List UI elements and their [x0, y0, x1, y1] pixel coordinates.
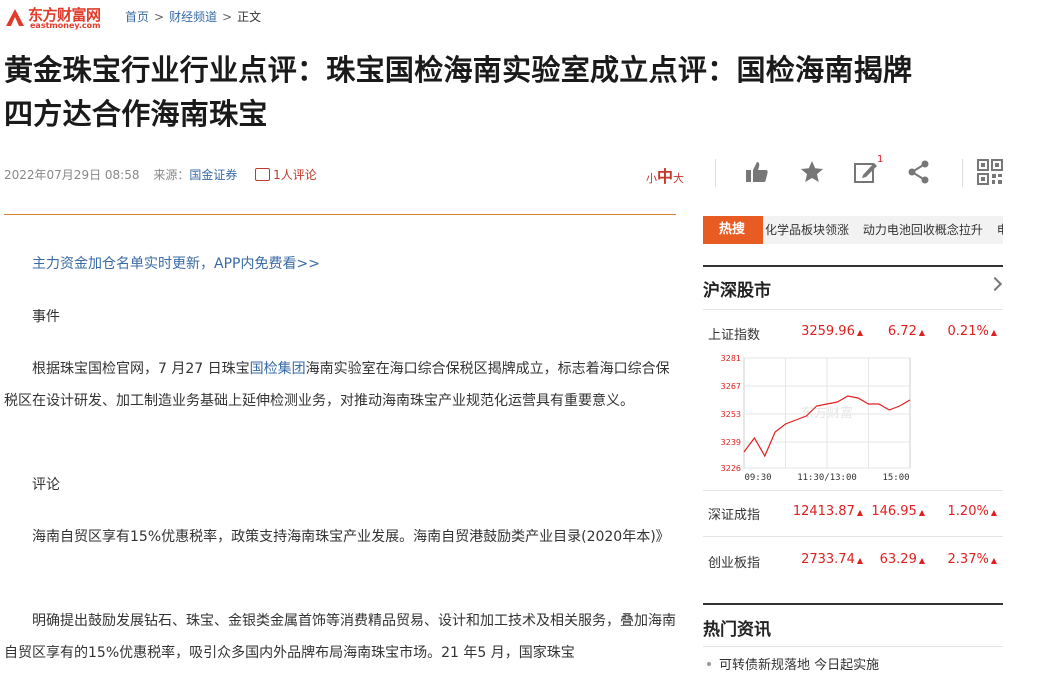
paragraph-event: 事件	[4, 301, 676, 333]
up-arrow-icon: ▲	[990, 328, 997, 337]
publish-date: 2022年07月29日 08:58	[4, 168, 140, 182]
breadcrumb-current: 正文	[237, 10, 262, 24]
chart-xtick-label: 11:30/13:00	[797, 473, 857, 483]
index-name: 深证成指	[708, 508, 761, 523]
hot-search-bar: 热搜 化学品板块领涨 动力电池回收概念拉升 电	[703, 216, 1003, 244]
breadcrumb-home[interactable]: 首页	[125, 10, 149, 24]
article-title-line2: 四方达合作海南珠宝	[4, 97, 268, 131]
up-arrow-icon: ▲	[856, 556, 863, 565]
article-body: 主力资金加仓名单实时更新，APP内免费看>>	[4, 248, 676, 280]
favorite-star-icon[interactable]	[798, 158, 826, 186]
article-title-line1: 黄金珠宝行业行业点评：珠宝国检海南实验室成立点评：国检海南揭牌	[4, 53, 913, 87]
index-row-sh[interactable]: 上证指数 3259.96 ▲ 6.72 ▲ 0.21% ▲	[708, 324, 1003, 343]
edit-note-icon[interactable]	[852, 158, 880, 186]
news-section-title[interactable]: 热门资讯	[703, 615, 771, 640]
chart-ytick-label: 3226	[721, 464, 741, 473]
market-section-rule	[703, 265, 1003, 267]
qr-code-icon[interactable]	[976, 158, 1004, 186]
comment-count[interactable]: 1人评论	[273, 168, 317, 182]
share-icon[interactable]	[905, 158, 933, 186]
market-section-title[interactable]: 沪深股市	[703, 276, 771, 301]
index-change: 6.72	[887, 324, 917, 339]
chart-ytick-label: 3253	[721, 410, 741, 419]
intraday-chart[interactable]: 32263239325332673281东方财富09:30 11:30/13:00…	[718, 352, 914, 488]
toolbar-divider	[715, 159, 716, 187]
hot-search-item[interactable]: 电	[997, 223, 1003, 237]
index-percent: 1.20%	[947, 504, 989, 519]
up-arrow-icon: ▲	[918, 556, 925, 565]
news-item-text[interactable]: 可转债新规落地 今日起实施	[719, 658, 879, 673]
font-size-switch: 小中大	[646, 163, 684, 187]
paragraph-comment-text: 评论	[32, 477, 60, 493]
market-row-divider	[703, 536, 1003, 537]
logo-icon	[6, 9, 24, 26]
chevron-right-icon[interactable]	[987, 276, 1003, 292]
article-title: 黄金珠宝行业行业点评：珠宝国检海南实验室成立点评：国检海南揭牌 四方达合作海南珠…	[4, 48, 1014, 136]
index-percent: 0.21%	[947, 324, 989, 339]
index-change: 146.95	[871, 504, 917, 519]
hot-search-item[interactable]: 化学品板块领涨	[765, 223, 849, 237]
up-arrow-icon: ▲	[918, 328, 925, 337]
bullet-icon	[707, 662, 711, 666]
paragraph-comment: 评论	[4, 469, 676, 501]
toolbar-divider	[962, 159, 963, 187]
up-arrow-icon: ▲	[990, 556, 997, 565]
news-section-rule	[703, 603, 1003, 605]
index-name: 创业板指	[708, 556, 761, 571]
chart-xtick-label: 15:00	[882, 473, 909, 483]
chart-xtick-label: 09:30	[744, 473, 771, 483]
up-arrow-icon: ▲	[856, 328, 863, 337]
breadcrumb-channel[interactable]: 财经频道	[169, 10, 217, 24]
hot-search-item[interactable]: 动力电池回收概念拉升	[863, 223, 983, 237]
site-logo[interactable]: 东方财富网 eastmoney.com	[4, 4, 108, 30]
index-row-sz[interactable]: 深证成指 12413.87 ▲ 146.95 ▲ 1.20% ▲	[708, 504, 1003, 523]
paragraph-1-text-a: 根据珠宝国检官网，7 月27 日珠宝	[32, 361, 250, 377]
source-link[interactable]: 国金证券	[189, 168, 237, 182]
paragraph-1: 根据珠宝国检官网，7 月27 日珠宝国检集团海南实验室在海口综合保税区揭牌成立，…	[4, 353, 676, 417]
article-meta: 2022年07月29日 08:58 来源：国金证券 1人评论	[4, 166, 317, 183]
like-icon[interactable]	[743, 158, 771, 186]
up-arrow-icon: ▲	[856, 508, 863, 517]
hot-search-items: 化学品板块领涨 动力电池回收概念拉升 电	[765, 216, 1003, 244]
font-small-button[interactable]: 小	[646, 172, 657, 185]
paragraph-2: 海南自贸区享有15%优惠税率，政策支持海南珠宝产业发展。海南自贸港鼓励类产业目录…	[4, 521, 676, 553]
market-row-divider	[703, 490, 1003, 491]
title-divider	[4, 214, 676, 215]
paragraph-3-text: 明确提出鼓励发展钻石、珠宝、金银类金属首饰等消费精品贸易、设计和加工技术及相关服…	[4, 613, 676, 661]
index-row-cyb[interactable]: 创业板指 2733.74 ▲ 63.29 ▲ 2.37% ▲	[708, 552, 1003, 571]
breadcrumb-sep: >	[154, 10, 165, 24]
hot-search-label: 热搜	[703, 216, 763, 244]
chart-ytick-label: 3267	[721, 382, 741, 391]
index-value: 3259.96	[801, 324, 855, 339]
index-name: 上证指数	[708, 328, 761, 343]
paragraph-event-text: 事件	[32, 309, 60, 325]
breadcrumb-sep: >	[222, 10, 233, 24]
promo-link[interactable]: 主力资金加仓名单实时更新，APP内免费看>>	[32, 256, 320, 272]
index-change: 63.29	[879, 552, 917, 567]
index-value: 2733.74	[801, 552, 855, 567]
paragraph-3: 明确提出鼓励发展钻石、珠宝、金银类金属首饰等消费精品贸易、设计和加工技术及相关服…	[4, 605, 676, 669]
edit-badge: 1	[877, 154, 884, 165]
logo-subtext: eastmoney.com	[30, 21, 101, 30]
breadcrumb: 首页 > 财经频道 > 正文	[125, 8, 261, 25]
news-item[interactable]: 可转债新规落地 今日起实施	[703, 654, 879, 673]
font-mid-button[interactable]: 中	[657, 167, 673, 186]
index-percent: 2.37%	[947, 552, 989, 567]
paragraph-2-text: 海南自贸区享有15%优惠税率，政策支持海南珠宝产业发展。海南自贸港鼓励类产业目录…	[32, 529, 670, 545]
font-large-button[interactable]: 大	[673, 172, 684, 185]
stock-link-guojian[interactable]: 国检集团	[250, 361, 306, 377]
index-value: 12413.87	[792, 504, 855, 519]
up-arrow-icon: ▲	[918, 508, 925, 517]
comment-icon[interactable]	[255, 168, 271, 181]
news-section-divider	[703, 646, 1003, 647]
chart-ytick-label: 3239	[721, 438, 741, 447]
up-arrow-icon: ▲	[990, 508, 997, 517]
market-section-divider	[703, 309, 1003, 310]
chart-ytick-label: 3281	[721, 354, 741, 363]
source-label: 来源：	[153, 168, 190, 182]
